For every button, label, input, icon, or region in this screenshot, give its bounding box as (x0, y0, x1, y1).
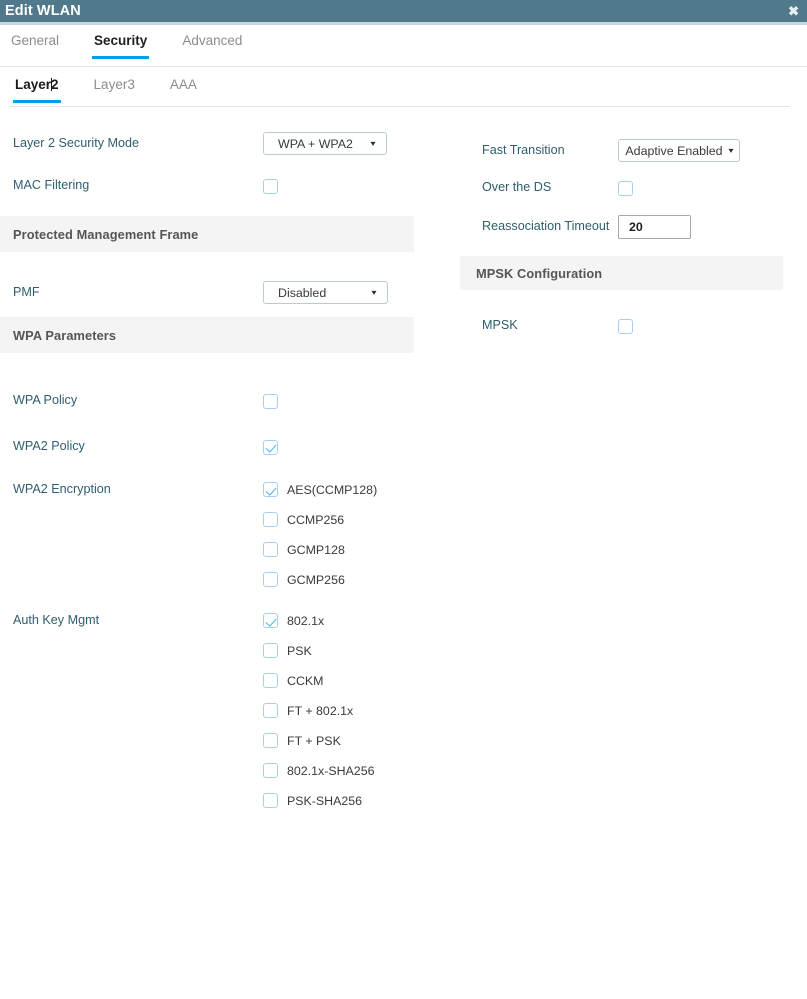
row-wpa2-policy: WPA2 Policy (0, 436, 430, 458)
tab-layer2-label-a: Layer (15, 77, 52, 92)
auth-key-mgmt-option[interactable]: CCKM (263, 673, 374, 688)
auth-key-mgmt-checkbox-8021x-sha256[interactable] (263, 763, 278, 778)
layer2-security-mode-value: WPA + WPA2 (278, 136, 353, 151)
label-mpsk: MPSK (482, 318, 518, 333)
wpa2-encryption-checkbox-gcmp256[interactable] (263, 572, 278, 587)
tab-layer2-label-b: 2 (51, 77, 59, 92)
edit-wlan-modal: Edit WLAN ✖ General Security Advanced La… (0, 0, 807, 999)
tab-layer3[interactable]: Layer3 (92, 75, 137, 103)
over-the-ds-checkbox[interactable] (618, 180, 633, 196)
fast-transition-select[interactable]: Adaptive Enabled ▾ (618, 139, 740, 162)
section-title-mpsk-configuration: MPSK Configuration (476, 265, 603, 281)
row-pmf: PMF Disabled ▾ (0, 281, 430, 304)
row-mac-filtering: MAC Filtering (0, 175, 430, 197)
auth-key-mgmt-option[interactable]: PSK (263, 643, 374, 658)
auth-key-mgmt-option-list: 802.1x PSK CCKM FT + 802.1x FT + PSK 802… (263, 613, 374, 808)
auth-key-mgmt-label-psk-sha256: PSK-SHA256 (287, 793, 363, 808)
wpa2-encryption-checkbox-aes[interactable] (263, 482, 278, 497)
modal-titlebar: Edit WLAN ✖ (0, 0, 807, 22)
wpa2-encryption-checkbox-ccmp256[interactable] (263, 512, 278, 527)
auth-key-mgmt-label-8021x: 802.1x (287, 613, 325, 628)
section-title-wpa-parameters: WPA Parameters (13, 327, 117, 343)
section-protected-management-frame: Protected Management Frame (0, 216, 414, 252)
auth-key-mgmt-label-ft-8021x: FT + 802.1x (287, 703, 354, 718)
wpa2-encryption-option[interactable]: GCMP128 (263, 542, 377, 557)
row-layer2-security-mode: Layer 2 Security Mode WPA + WPA2 ▾ (0, 132, 430, 155)
wpa2-policy-checkbox[interactable] (263, 439, 278, 455)
tab-aaa[interactable]: AAA (168, 75, 199, 103)
auth-key-mgmt-label-8021x-sha256: 802.1x-SHA256 (287, 763, 375, 778)
row-over-the-ds: Over the DS (455, 177, 795, 199)
auth-key-mgmt-option[interactable]: FT + 802.1x (263, 703, 374, 718)
chevron-down-icon: ▾ (728, 145, 734, 155)
reassociation-timeout-input[interactable]: 20 (618, 215, 691, 239)
auth-key-mgmt-checkbox-cckm[interactable] (263, 673, 278, 688)
row-wpa-policy: WPA Policy (0, 390, 430, 412)
tab-advanced[interactable]: Advanced (180, 30, 244, 59)
section-title-protected-management-frame: Protected Management Frame (13, 226, 199, 242)
primary-tab-divider (0, 66, 807, 67)
wpa2-encryption-label-aes: AES(CCMP128) (287, 482, 378, 497)
label-auth-key-mgmt: Auth Key Mgmt (13, 613, 100, 627)
label-reassociation-timeout: Reassociation Timeout (482, 219, 610, 234)
auth-key-mgmt-label-ft-psk: FT + PSK (287, 733, 341, 748)
secondary-tab-bar: Layer2 Layer3 AAA (0, 75, 807, 107)
wpa2-encryption-checkbox-gcmp128[interactable] (263, 542, 278, 557)
pmf-select[interactable]: Disabled ▾ (263, 281, 388, 304)
auth-key-mgmt-checkbox-8021x[interactable] (263, 613, 278, 628)
chevron-down-icon: ▾ (371, 287, 377, 297)
auth-key-mgmt-label-cckm: CCKM (287, 673, 324, 688)
left-column: Layer 2 Security Mode WPA + WPA2 ▾ MAC F… (0, 110, 430, 808)
wpa2-encryption-option[interactable]: CCMP256 (263, 512, 377, 527)
wpa2-encryption-option[interactable]: GCMP256 (263, 572, 377, 587)
row-reassociation-timeout: Reassociation Timeout 20 (455, 215, 795, 239)
tab-security[interactable]: Security (92, 30, 150, 59)
tab-general[interactable]: General (9, 30, 61, 59)
auth-key-mgmt-option[interactable]: FT + PSK (263, 733, 374, 748)
auth-key-mgmt-option[interactable]: PSK-SHA256 (263, 793, 374, 808)
titlebar-divider (0, 22, 807, 25)
label-wpa2-policy: WPA2 Policy (13, 439, 85, 454)
wpa2-encryption-option[interactable]: AES(CCMP128) (263, 482, 377, 497)
auth-key-mgmt-label-psk: PSK (287, 643, 312, 658)
label-wpa-policy: WPA Policy (13, 393, 78, 408)
row-auth-key-mgmt: Auth Key Mgmt 802.1x PSK CCKM FT + 802.1… (0, 613, 430, 808)
row-mpsk: MPSK (455, 315, 795, 337)
wpa-policy-checkbox[interactable] (263, 393, 278, 409)
wpa2-encryption-label-gcmp256: GCMP256 (287, 572, 345, 587)
auth-key-mgmt-option[interactable]: 802.1x (263, 613, 374, 628)
label-pmf: PMF (13, 284, 40, 299)
section-wpa-parameters: WPA Parameters (0, 317, 414, 353)
label-wpa2-encryption: WPA2 Encryption (13, 482, 111, 496)
right-column: Fast Transition Adaptive Enabled ▾ Over … (455, 110, 795, 337)
secondary-tab-divider (10, 106, 790, 107)
row-fast-transition: Fast Transition Adaptive Enabled ▾ (455, 139, 795, 162)
page-title: Edit WLAN (5, 2, 81, 19)
wpa2-encryption-label-ccmp256: CCMP256 (287, 512, 345, 527)
primary-tab-bar: General Security Advanced (0, 30, 807, 66)
label-mac-filtering: MAC Filtering (13, 178, 90, 193)
pmf-value: Disabled (278, 285, 327, 300)
chevron-down-icon: ▾ (370, 138, 376, 148)
wpa2-encryption-option-list: AES(CCMP128) CCMP256 GCMP128 GCMP256 (263, 482, 377, 587)
label-over-the-ds: Over the DS (482, 180, 552, 195)
auth-key-mgmt-checkbox-psk[interactable] (263, 643, 278, 658)
wpa2-encryption-label-gcmp128: GCMP128 (287, 542, 345, 557)
auth-key-mgmt-checkbox-ft-psk[interactable] (263, 733, 278, 748)
mpsk-checkbox[interactable] (618, 318, 633, 334)
row-wpa2-encryption: WPA2 Encryption AES(CCMP128) CCMP256 GCM… (0, 482, 430, 587)
auth-key-mgmt-option[interactable]: 802.1x-SHA256 (263, 763, 374, 778)
layer2-security-mode-select[interactable]: WPA + WPA2 ▾ (263, 132, 387, 155)
tab-layer2[interactable]: Layer2 (13, 75, 61, 103)
auth-key-mgmt-checkbox-psk-sha256[interactable] (263, 793, 278, 808)
close-icon[interactable]: ✖ (788, 5, 799, 18)
label-layer2-security-mode: Layer 2 Security Mode (13, 135, 139, 150)
fast-transition-value: Adaptive Enabled (625, 143, 723, 158)
section-mpsk-configuration: MPSK Configuration (460, 256, 783, 290)
auth-key-mgmt-checkbox-ft-8021x[interactable] (263, 703, 278, 718)
label-fast-transition: Fast Transition (482, 142, 565, 157)
mac-filtering-checkbox[interactable] (263, 178, 278, 194)
